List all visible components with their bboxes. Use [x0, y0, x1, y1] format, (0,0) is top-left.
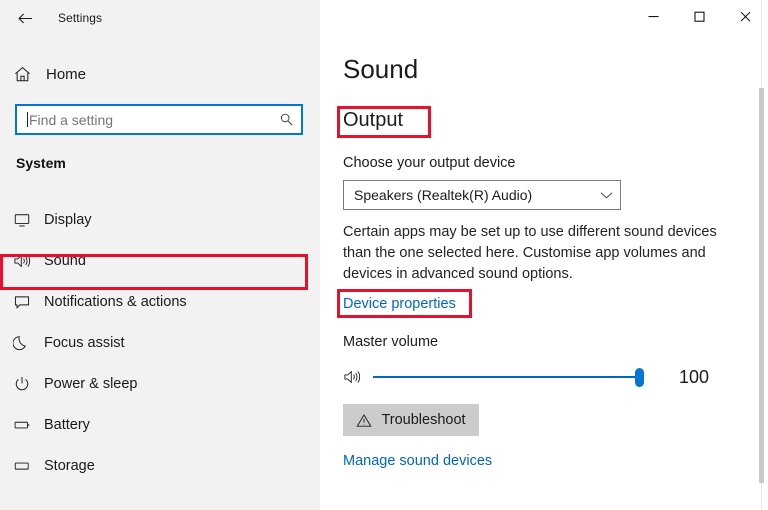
slider-thumb[interactable]	[635, 368, 644, 387]
chevron-down-icon	[592, 191, 620, 200]
speaker-icon[interactable]	[343, 368, 369, 386]
sidebar-item-focus-assist[interactable]: Focus assist	[0, 322, 320, 363]
search-box[interactable]	[15, 104, 303, 135]
monitor-icon	[0, 211, 44, 229]
master-volume-value: 100	[679, 366, 710, 387]
main-content: Sound Output Choose your output device S…	[320, 0, 768, 510]
sidebar-item-power-sleep[interactable]: Power & sleep	[0, 363, 320, 404]
sidebar-titlebar: Settings	[0, 0, 320, 36]
output-device-select[interactable]: Speakers (Realtek(R) Audio)	[343, 180, 621, 210]
speaker-icon	[0, 252, 44, 270]
sidebar-item-label: Battery	[44, 416, 90, 433]
device-properties-link[interactable]: Device properties	[343, 296, 456, 312]
sidebar-item-display[interactable]: Display	[0, 199, 320, 240]
manage-sound-devices-link[interactable]: Manage sound devices	[343, 453, 492, 469]
output-device-label: Choose your output device	[343, 155, 516, 171]
home-icon	[0, 65, 44, 84]
sidebar-item-label: Notifications & actions	[44, 293, 187, 310]
sidebar-item-label: Focus assist	[44, 334, 125, 351]
scrollbar-thumb[interactable]	[759, 88, 764, 483]
output-description: Certain apps may be set up to use differ…	[343, 224, 717, 282]
master-volume-label: Master volume	[343, 334, 439, 350]
slider-track	[373, 376, 643, 378]
window-title: Settings	[58, 11, 103, 25]
back-arrow-icon[interactable]	[4, 2, 46, 34]
master-volume-slider[interactable]	[373, 365, 653, 389]
sidebar-item-home[interactable]: Home	[0, 57, 320, 91]
moon-icon	[0, 334, 44, 352]
output-section-title: Output	[343, 109, 404, 131]
search-input[interactable]	[28, 106, 271, 133]
troubleshoot-button[interactable]: Troubleshoot	[343, 404, 479, 436]
main-scrollbar[interactable]	[756, 0, 768, 510]
sidebar-item-notifications[interactable]: Notifications & actions	[0, 281, 320, 322]
sidebar-home-label: Home	[46, 65, 87, 83]
speech-bubble-icon	[0, 293, 44, 311]
sidebar-item-label: Sound	[44, 252, 86, 269]
sidebar-item-label: Display	[44, 211, 92, 228]
maximize-button[interactable]	[676, 0, 722, 32]
settings-window: Settings Home System	[0, 0, 768, 510]
window-controls	[630, 0, 768, 32]
master-volume-row: 100	[343, 362, 743, 392]
page-title: Sound	[343, 54, 419, 84]
sidebar-item-label: Storage	[44, 457, 95, 474]
sidebar: Settings Home System	[0, 0, 320, 510]
sidebar-nav-list: Display Sound Notifications & actions Fo…	[0, 199, 320, 486]
sidebar-item-storage[interactable]: Storage	[0, 445, 320, 486]
output-device-value: Speakers (Realtek(R) Audio)	[354, 187, 533, 203]
sidebar-item-battery[interactable]: Battery	[0, 404, 320, 445]
disk-icon	[0, 457, 44, 475]
warning-triangle-icon	[356, 413, 373, 428]
sidebar-item-label: Power & sleep	[44, 375, 138, 392]
troubleshoot-label: Troubleshoot	[381, 412, 466, 428]
battery-icon	[0, 416, 44, 434]
search-icon[interactable]	[271, 112, 301, 127]
sidebar-section-title: System	[16, 155, 66, 171]
power-icon	[0, 375, 44, 393]
minimize-button[interactable]	[630, 0, 676, 32]
sidebar-item-sound[interactable]: Sound	[0, 240, 320, 281]
